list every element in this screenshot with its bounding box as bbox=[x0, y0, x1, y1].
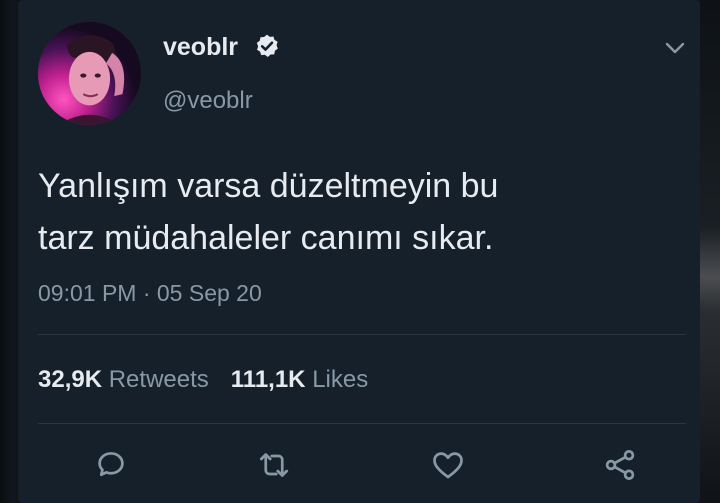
left-edge-shadow bbox=[0, 0, 18, 503]
tweet-text-line-2: tarz müdahaleler canımı sıkar. bbox=[38, 219, 494, 257]
share-button[interactable] bbox=[600, 445, 640, 485]
verified-badge-icon bbox=[256, 34, 278, 57]
tweet-card: veoblr @veoblr Yanlışım varsa düzeltmeyi… bbox=[18, 0, 700, 503]
likes-count: 111,1K bbox=[230, 366, 306, 393]
retweet-icon bbox=[259, 453, 289, 477]
reply-button[interactable] bbox=[91, 445, 131, 485]
heart-icon bbox=[433, 452, 463, 479]
user-handle[interactable]: @veoblr bbox=[163, 87, 253, 115]
retweets-label: Retweets bbox=[108, 366, 209, 393]
right-edge-shadow bbox=[698, 0, 720, 503]
avatar[interactable] bbox=[38, 22, 141, 125]
like-button[interactable] bbox=[428, 445, 468, 485]
retweet-button[interactable] bbox=[254, 445, 294, 485]
avatar-photo bbox=[38, 22, 141, 125]
tweet-text: Yanlışım varsa düzeltmeyin bu tarz müdah… bbox=[38, 160, 678, 264]
tweet-timestamp[interactable]: 09:01 PM · 05 Sep 20 bbox=[38, 280, 262, 307]
likes-label: Likes bbox=[312, 366, 369, 393]
tweet-text-line-1: Yanlışım varsa düzeltmeyin bu bbox=[38, 167, 499, 205]
share-icon bbox=[605, 450, 635, 480]
display-name[interactable]: veoblr bbox=[163, 33, 238, 62]
retweets-stat[interactable]: 32,9K Retweets bbox=[38, 366, 209, 393]
likes-stat[interactable]: 111,1K Likes bbox=[231, 366, 368, 393]
divider-top bbox=[38, 334, 686, 335]
divider-bottom bbox=[38, 423, 686, 424]
chevron-down-icon[interactable] bbox=[662, 38, 688, 58]
retweets-count: 32,9K bbox=[38, 366, 103, 393]
reply-icon bbox=[98, 452, 124, 477]
engagement-stats: 32,9K Retweets 111,1K Likes bbox=[38, 366, 368, 394]
